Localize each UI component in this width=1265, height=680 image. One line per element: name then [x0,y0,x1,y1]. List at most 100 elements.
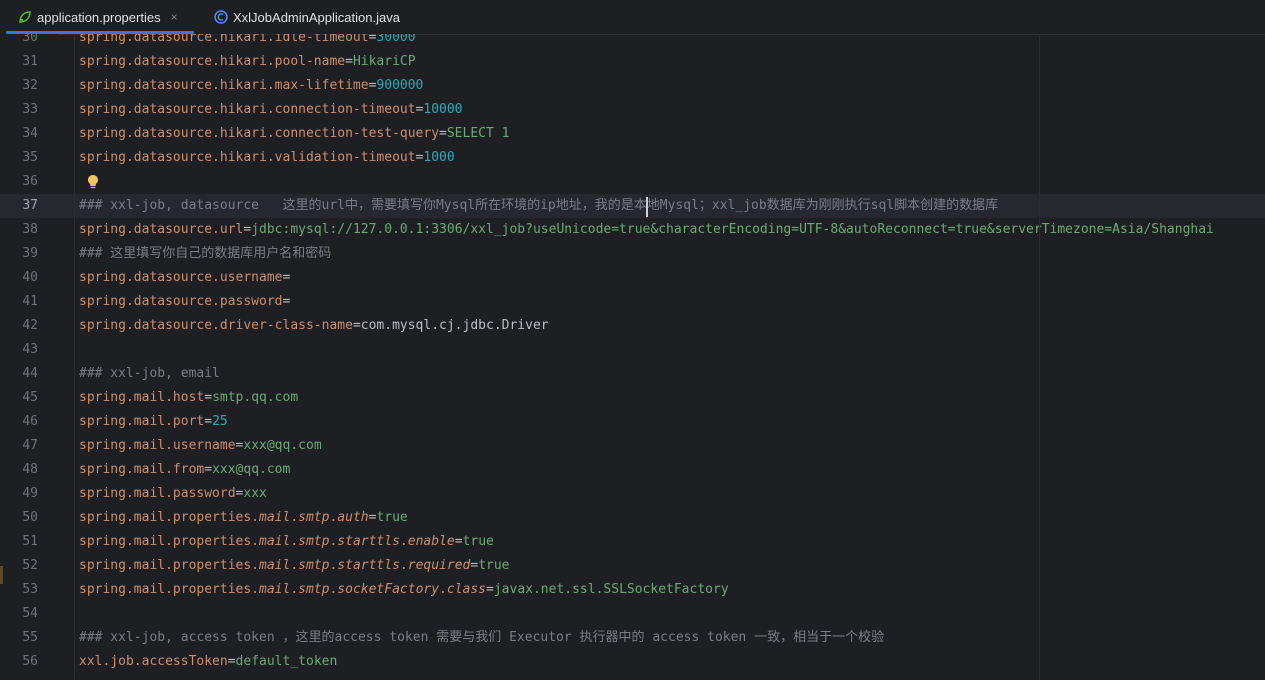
token-k: . [290,510,299,525]
token-v: jdbc:mysql://127.0.0.1:3306/xxl_job?useU… [251,222,1214,237]
line-number: 44 [22,366,38,381]
token-v: smtp.qq.com [212,390,299,405]
token-pl: com.mysql.cj.jdbc.Driver [360,318,549,333]
code-line[interactable]: 45 spring.mail.host=smtp.qq.com [0,386,1265,410]
code-line[interactable]: 31 spring.datasource.hikari.pool-name=Hik… [0,50,1265,74]
code-line[interactable]: 41 spring.datasource.password= [0,290,1265,314]
code-text: spring.mail.password=xxx [79,482,267,506]
token-k: spring.datasource.hikari.connection-test… [79,126,440,141]
code-line[interactable]: 36 [0,170,1265,194]
code-line[interactable]: 43 [0,338,1265,362]
token-v: javax.net.ssl.SSLSocketFactory [493,582,729,597]
code-line[interactable]: 42 spring.datasource.driver-class-name=co… [0,314,1265,338]
code-line[interactable]: 33 spring.datasource.hikari.connection-ti… [0,98,1265,122]
line-number: 32 [22,78,38,93]
token-key: smtp [298,534,330,549]
code-text: spring.mail.username=xxx@qq.com [79,434,322,458]
close-tab-icon[interactable]: × [171,10,178,24]
code-text: spring.datasource.url=jdbc:mysql://127.0… [79,218,1214,242]
code-text: ### xxl-job, datasource 这里的url中，需要填写你Mys… [79,194,998,218]
token-c: ### xxl-job, datasource 这里的url中，需要填写你Mys… [79,198,999,213]
token-key: class [446,582,487,597]
token-key: mail [259,582,291,597]
code-line[interactable]: 39 ### 这里填写你自己的数据库用户名和密码 [0,242,1265,266]
token-c: ### xxl-job, email [79,366,220,381]
code-line[interactable]: 37 ### xxl-job, datasource 这里的url中，需要填写你M… [0,194,1265,218]
code-line[interactable]: 54 [0,602,1265,626]
code-line[interactable]: 50 spring.mail.properties.mail.smtp.auth=… [0,506,1265,530]
token-v: true [462,534,494,549]
tab-application-properties[interactable]: application.properties × [0,0,200,34]
token-n: 1000 [423,150,455,165]
token-k: . [439,582,447,597]
token-key: auth [337,510,369,525]
code-text: spring.mail.properties.mail.smtp.auth=tr… [79,506,408,530]
code-text: spring.datasource.driver-class-name=com.… [79,314,549,338]
token-k: . [290,582,299,597]
token-key: starttls [337,558,400,573]
code-line[interactable]: 35 spring.datasource.hikari.validation-ti… [0,146,1265,170]
token-eq: = [204,390,213,405]
code-text: spring.datasource.hikari.connection-test… [79,122,509,146]
token-key: required [407,558,471,573]
token-v: true [478,558,510,573]
code-line[interactable]: 53 spring.mail.properties.mail.smtp.socke… [0,578,1265,602]
code-line[interactable]: 46 spring.mail.port=25 [0,410,1265,434]
token-k: spring.mail.host [79,390,205,405]
token-k: spring.mail.from [79,462,205,477]
code-line[interactable]: 32 spring.datasource.hikari.max-lifetime=… [0,74,1265,98]
token-n: 900000 [376,78,424,93]
code-line[interactable]: 34 spring.datasource.hikari.connection-te… [0,122,1265,146]
right-margin-guide [1039,34,1040,680]
token-n: 10000 [423,102,463,117]
line-number: 42 [22,318,38,333]
line-number: 53 [22,582,38,597]
spring-leaf-icon [19,11,31,23]
token-key: mail [259,510,291,525]
token-eq: = [345,54,353,69]
code-line[interactable]: 47 spring.mail.username=xxx@qq.com [0,434,1265,458]
code-text: spring.datasource.hikari.idle-timeout=30… [79,34,416,50]
token-v: xxx@qq.com [243,438,322,453]
token-n: 30000 [376,34,416,45]
token-k: . [399,534,408,549]
code-text: spring.datasource.hikari.pool-name=Hikar… [79,50,416,74]
token-k: spring.datasource.password [79,294,283,309]
code-line[interactable]: 48 spring.mail.from=xxx@qq.com [0,458,1265,482]
code-line[interactable]: 40 spring.datasource.username= [0,266,1265,290]
code-text: spring.mail.host=smtp.qq.com [79,386,298,410]
token-k: spring.datasource.hikari.pool-name [79,54,346,69]
token-k: xxl.job.accessToken [79,654,228,669]
token-v: xxx@qq.com [212,462,291,477]
line-number: 52 [22,558,38,573]
code-line[interactable]: 56 xxl.job.accessToken=default_token [0,650,1265,674]
token-k: spring.mail.properties. [79,510,260,525]
token-key: smtp [298,582,330,597]
code-line[interactable]: 30 spring.datasource.hikari.idle-timeout=… [0,34,1265,50]
code-line[interactable]: 55 ### xxl-job, access token ，这里的access t… [0,626,1265,650]
token-key: smtp [298,510,330,525]
code-line[interactable]: 38 spring.datasource.url=jdbc:mysql://127… [0,218,1265,242]
token-eq: = [282,294,291,309]
token-v: xxx [243,486,267,501]
code-line[interactable]: 51 spring.mail.properties.mail.smtp.start… [0,530,1265,554]
code-line[interactable]: 44 ### xxl-job, email [0,362,1265,386]
line-number: 35 [22,150,38,165]
line-number: 37 [22,198,38,213]
token-eq: = [486,582,494,597]
code-editor[interactable]: 30 spring.datasource.hikari.idle-timeout=… [0,34,1265,680]
token-n: 25 [212,414,228,429]
line-number: 48 [22,462,38,477]
code-line[interactable]: 52 spring.mail.properties.mail.smtp.start… [0,554,1265,578]
code-line[interactable]: 49 spring.mail.password=xxx [0,482,1265,506]
line-number: 49 [22,486,38,501]
line-number: 41 [22,294,38,309]
line-number: 56 [22,654,38,669]
token-v: SELECT 1 [446,126,510,141]
tab-xxljobadminapplication-java[interactable]: XxlJobAdminApplication.java [196,0,436,34]
token-key: starttls [337,534,400,549]
line-number: 40 [22,270,38,285]
lightbulb-icon[interactable] [87,174,99,190]
code-text: ### xxl-job, email [79,362,220,386]
line-number: 46 [22,414,38,429]
